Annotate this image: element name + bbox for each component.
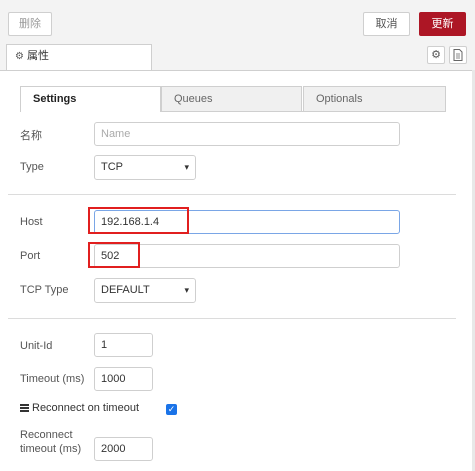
type-select-value: TCP <box>101 161 123 173</box>
section-divider <box>8 194 456 195</box>
reconnect-timeout-input[interactable]: 2000 <box>94 437 153 461</box>
tab-properties[interactable]: ⚙ 属性 <box>6 44 152 70</box>
unit-id-input[interactable]: 1 <box>94 333 153 357</box>
section-divider <box>8 318 456 319</box>
type-select[interactable]: TCP ▾ <box>94 155 196 180</box>
tab-queues[interactable]: Queues <box>161 86 302 112</box>
timeout-input[interactable]: 1000 <box>94 367 153 391</box>
host-label: Host <box>20 216 43 228</box>
reconnect-on-timeout-checkbox[interactable]: ✓ <box>166 404 177 415</box>
name-label: 名称 <box>20 129 42 142</box>
reconnect-timeout-label-line2: timeout (ms) <box>20 443 82 455</box>
tab-properties-label: 属性 <box>26 49 49 62</box>
port-label: Port <box>20 250 41 262</box>
tab-settings[interactable]: Settings <box>20 86 161 112</box>
tab-underline <box>161 111 446 112</box>
type-label: Type <box>20 161 44 173</box>
gear-icon[interactable]: ⚙ <box>427 46 445 64</box>
cancel-button[interactable]: 取消 <box>363 12 410 36</box>
reconnect-on-timeout-label: Reconnect on timeout <box>20 402 139 414</box>
host-highlight-box <box>88 207 189 234</box>
gear-icon: ⚙ <box>15 51 24 62</box>
timeout-label: Timeout (ms) <box>20 373 85 385</box>
chevron-down-icon: ▾ <box>184 285 189 295</box>
tcp-type-select[interactable]: DEFAULT ▾ <box>94 278 196 303</box>
tab-optionals[interactable]: Optionals <box>303 86 446 112</box>
tcp-type-select-value: DEFAULT <box>101 284 150 296</box>
delete-button[interactable]: 删除 <box>8 12 52 36</box>
tcp-type-label: TCP Type <box>20 284 69 296</box>
document-icon[interactable] <box>449 46 467 64</box>
name-input[interactable]: Name <box>94 122 400 146</box>
reconnect-on-timeout-text: Reconnect on timeout <box>32 402 140 414</box>
update-button[interactable]: 更新 <box>419 12 466 36</box>
reconnect-timeout-label: Reconnect timeout (ms) <box>20 428 81 456</box>
grid-icon <box>20 404 29 412</box>
unit-id-label: Unit-Id <box>20 340 53 352</box>
chevron-down-icon: ▾ <box>184 162 189 172</box>
reconnect-timeout-label-line1: Reconnect <box>20 429 73 441</box>
port-highlight-box <box>88 242 140 268</box>
